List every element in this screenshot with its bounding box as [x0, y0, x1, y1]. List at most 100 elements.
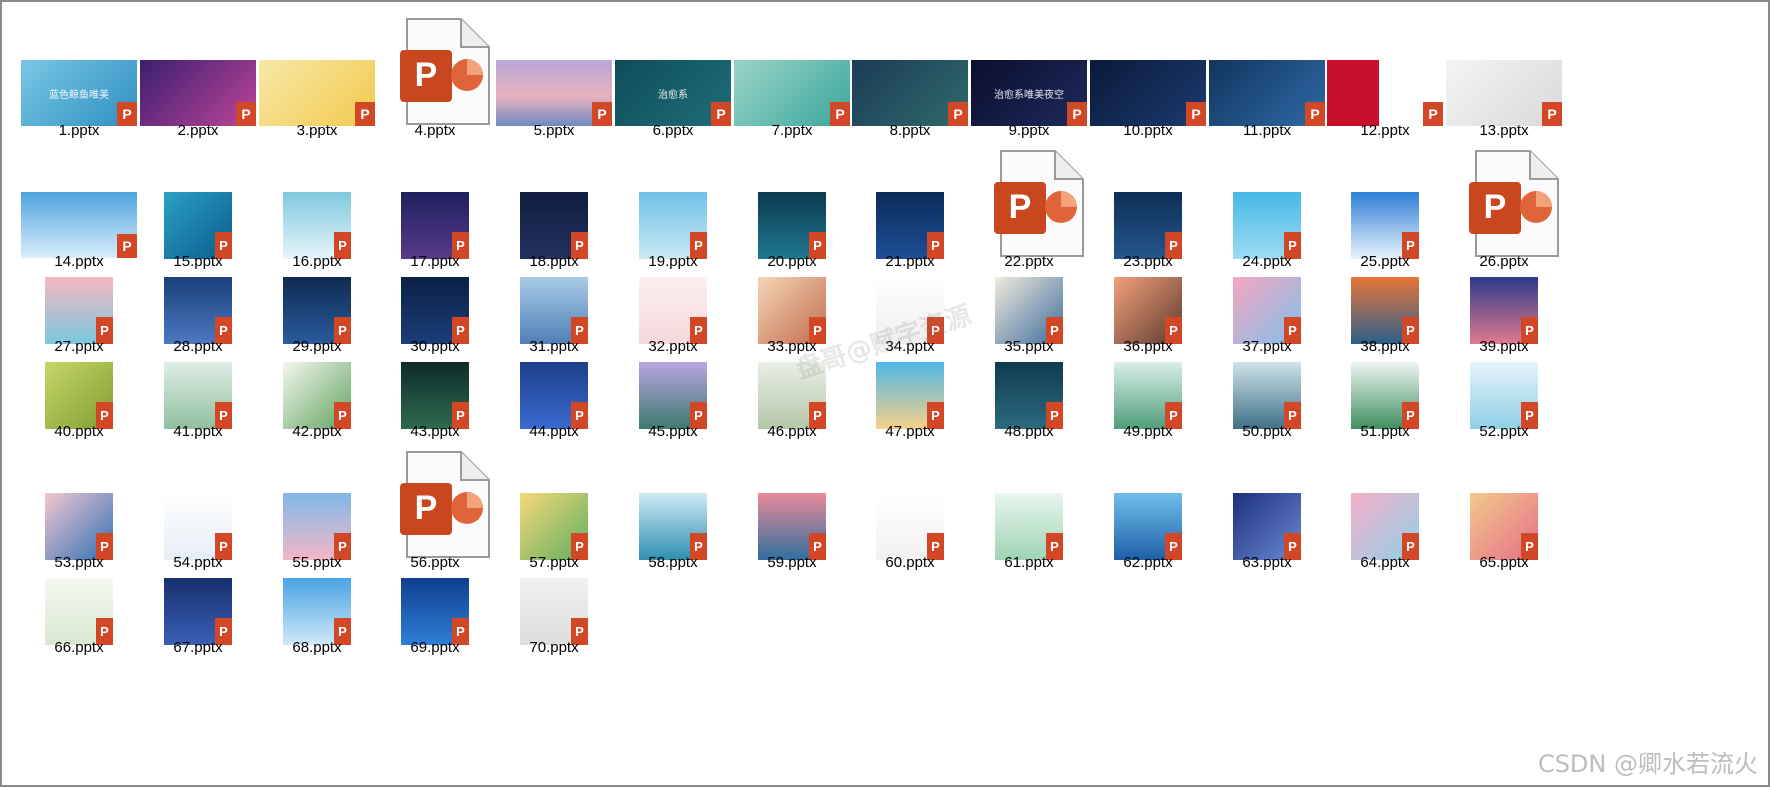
- pptx-file-item[interactable]: P 8.pptx: [850, 60, 970, 142]
- pptx-file-item[interactable]: 治愈系 P 6.pptx: [613, 60, 733, 142]
- pptx-file-item[interactable]: P 35.pptx: [969, 277, 1089, 358]
- file-name-label: 30.pptx: [410, 338, 460, 355]
- pptx-file-item[interactable]: P 65.pptx: [1444, 493, 1564, 574]
- pptx-file-item[interactable]: P 60.pptx: [850, 493, 970, 574]
- pptx-file-item[interactable]: P 28.pptx: [138, 277, 258, 358]
- pptx-file-item[interactable]: P 24.pptx: [1207, 192, 1327, 273]
- pptx-file-item[interactable]: P 52.pptx: [1444, 362, 1564, 443]
- pptx-file-item[interactable]: P 42.pptx: [257, 362, 377, 443]
- file-name-label: 11.pptx: [1242, 122, 1292, 139]
- pptx-file-item[interactable]: P 43.pptx: [375, 362, 495, 443]
- pptx-file-item[interactable]: P 12.pptx: [1325, 60, 1445, 142]
- pptx-file-item[interactable]: P 54.pptx: [138, 493, 258, 574]
- slide-thumbnail: P: [1470, 277, 1538, 344]
- pptx-file-item[interactable]: 治愈系唯美夜空 P 9.pptx: [969, 60, 1089, 142]
- pptx-file-item[interactable]: P 5.pptx: [494, 60, 614, 142]
- file-name-label: 32.pptx: [648, 338, 698, 355]
- pptx-file-item[interactable]: P 47.pptx: [850, 362, 970, 443]
- pptx-file-item[interactable]: 蓝色鲸鱼唯美 P 1.pptx: [19, 60, 139, 142]
- file-name-label: 21.pptx: [885, 253, 935, 270]
- pptx-file-item[interactable]: P 29.pptx: [257, 277, 377, 358]
- pptx-file-item[interactable]: P 26.pptx: [1444, 150, 1564, 273]
- pptx-file-item[interactable]: P 61.pptx: [969, 493, 1089, 574]
- pptx-file-item[interactable]: P 56.pptx: [375, 451, 495, 574]
- pptx-file-item[interactable]: P 36.pptx: [1088, 277, 1208, 358]
- svg-text:P: P: [1484, 188, 1507, 226]
- pptx-file-item[interactable]: P 45.pptx: [613, 362, 733, 443]
- pptx-file-item[interactable]: P 10.pptx: [1088, 60, 1208, 142]
- pptx-file-item[interactable]: P 66.pptx: [19, 578, 139, 659]
- file-name-label: 38.pptx: [1360, 338, 1410, 355]
- pptx-file-item[interactable]: P 64.pptx: [1325, 493, 1445, 574]
- pptx-file-item[interactable]: P 2.pptx: [138, 60, 258, 142]
- slide-thumbnail: P: [283, 578, 351, 645]
- slide-thumbnail: P: [995, 362, 1063, 429]
- slide-thumbnail: P: [164, 192, 232, 259]
- file-name-label: 13.pptx: [1479, 122, 1529, 139]
- pptx-file-item[interactable]: P 31.pptx: [494, 277, 614, 358]
- pptx-file-item[interactable]: P 39.pptx: [1444, 277, 1564, 358]
- slide-thumbnail: P: [758, 493, 826, 560]
- file-name-label: 52.pptx: [1479, 423, 1529, 440]
- pptx-file-item[interactable]: P 50.pptx: [1207, 362, 1327, 443]
- pptx-file-item[interactable]: P 20.pptx: [732, 192, 852, 273]
- pptx-file-item[interactable]: P 59.pptx: [732, 493, 852, 574]
- pptx-file-item[interactable]: P 23.pptx: [1088, 192, 1208, 273]
- pptx-file-item[interactable]: P 32.pptx: [613, 277, 733, 358]
- pptx-file-item[interactable]: P 25.pptx: [1325, 192, 1445, 273]
- pptx-file-item[interactable]: P 58.pptx: [613, 493, 733, 574]
- slide-thumbnail: P: [1209, 60, 1325, 126]
- slide-thumbnail: P: [45, 277, 113, 344]
- slide-thumbnail: P: [1114, 192, 1182, 259]
- pptx-file-item[interactable]: P 44.pptx: [494, 362, 614, 443]
- pptx-file-item[interactable]: P 15.pptx: [138, 192, 258, 273]
- pptx-file-item[interactable]: P 16.pptx: [257, 192, 377, 273]
- pptx-file-item[interactable]: P 18.pptx: [494, 192, 614, 273]
- pptx-file-item[interactable]: P 40.pptx: [19, 362, 139, 443]
- slide-thumbnail: P: [401, 192, 469, 259]
- pptx-file-item[interactable]: P 30.pptx: [375, 277, 495, 358]
- thumbnail-caption: 治愈系: [658, 90, 688, 102]
- pptx-file-item[interactable]: P 13.pptx: [1444, 60, 1564, 142]
- pptx-file-item[interactable]: P 53.pptx: [19, 493, 139, 574]
- pptx-file-item[interactable]: P 22.pptx: [969, 150, 1089, 273]
- slide-thumbnail: P: [283, 493, 351, 560]
- pptx-file-item[interactable]: P 3.pptx: [257, 60, 377, 142]
- file-name-label: 41.pptx: [173, 423, 223, 440]
- pptx-file-item[interactable]: P 55.pptx: [257, 493, 377, 574]
- pptx-file-item[interactable]: P 11.pptx: [1207, 60, 1327, 142]
- slide-thumbnail: P: [995, 493, 1063, 560]
- svg-text:P: P: [415, 489, 438, 527]
- pptx-file-item[interactable]: P 14.pptx: [19, 192, 139, 273]
- pptx-file-item[interactable]: P 7.pptx: [732, 60, 852, 142]
- pptx-file-item[interactable]: P 68.pptx: [257, 578, 377, 659]
- slide-thumbnail: P: [1351, 493, 1419, 560]
- pptx-file-item[interactable]: P 67.pptx: [138, 578, 258, 659]
- file-name-label: 60.pptx: [885, 554, 935, 571]
- pptx-file-item[interactable]: P 27.pptx: [19, 277, 139, 358]
- file-name-label: 58.pptx: [648, 554, 698, 571]
- pptx-file-item[interactable]: P 62.pptx: [1088, 493, 1208, 574]
- pptx-file-item[interactable]: P 17.pptx: [375, 192, 495, 273]
- pptx-file-item[interactable]: P 63.pptx: [1207, 493, 1327, 574]
- slide-thumbnail: P: [496, 60, 612, 126]
- slide-thumbnail: P: [639, 362, 707, 429]
- pptx-file-item[interactable]: P 49.pptx: [1088, 362, 1208, 443]
- pptx-file-item[interactable]: P 38.pptx: [1325, 277, 1445, 358]
- pptx-file-item[interactable]: P 51.pptx: [1325, 362, 1445, 443]
- pptx-file-item[interactable]: P 48.pptx: [969, 362, 1089, 443]
- file-name-label: 46.pptx: [767, 423, 817, 440]
- slide-thumbnail: P: [995, 277, 1063, 344]
- pptx-file-item[interactable]: P 69.pptx: [375, 578, 495, 659]
- pptx-file-item[interactable]: P 37.pptx: [1207, 277, 1327, 358]
- footer-credit: CSDN @卿水若流火: [1537, 750, 1758, 778]
- pptx-file-item[interactable]: P 41.pptx: [138, 362, 258, 443]
- pptx-file-item[interactable]: P 19.pptx: [613, 192, 733, 273]
- slide-thumbnail: P: [1327, 60, 1443, 126]
- pptx-file-item[interactable]: P 57.pptx: [494, 493, 614, 574]
- pptx-file-item[interactable]: P 70.pptx: [494, 578, 614, 659]
- pptx-file-item[interactable]: P 21.pptx: [850, 192, 970, 273]
- slide-thumbnail: P: [520, 362, 588, 429]
- pptx-file-item[interactable]: P 4.pptx: [375, 18, 495, 142]
- slide-thumbnail: P: [1446, 60, 1562, 126]
